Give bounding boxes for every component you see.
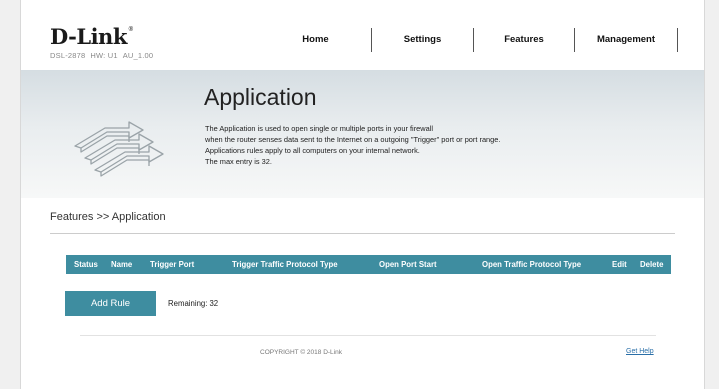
page-frame: D-Link ® DSL-2878 HW: U1 AU_1.00 Home Setti… — [20, 0, 705, 389]
column-open-traffic-protocol-type: Open Traffic Protocol Type — [482, 260, 582, 269]
copyright: COPYRIGHT © 2018 D-Link — [260, 349, 342, 356]
page-title: Application — [204, 84, 317, 110]
add-rule-button[interactable]: Add Rule — [65, 291, 156, 316]
model-info: DSL-2878 HW: U1 AU_1.00 — [50, 51, 158, 60]
column-name: Name — [111, 260, 133, 269]
brand-name: D-Link — [50, 24, 127, 49]
nav-management[interactable]: Management — [575, 28, 678, 52]
nav-home[interactable]: Home — [260, 28, 372, 52]
brand: D-Link ® DSL-2878 HW: U1 AU_1.00 — [50, 24, 158, 60]
nav-settings[interactable]: Settings — [372, 28, 474, 52]
get-help-link[interactable]: Get Help — [626, 348, 654, 355]
page-banner: Application The Application is used to o… — [21, 70, 704, 198]
main-nav: Home Settings Features Management — [260, 28, 678, 52]
footer-divider — [80, 335, 656, 336]
column-status: Status — [74, 260, 98, 269]
column-trigger-port: Trigger Port — [150, 260, 195, 269]
breadcrumb: Features >> Application — [50, 211, 166, 223]
section-divider — [50, 233, 675, 234]
remaining-count: 32 — [209, 299, 219, 308]
description-line: when the router senses data sent to the … — [205, 135, 501, 144]
hardware-version: HW: U1 — [90, 51, 118, 60]
description-line: The max entry is 32. — [205, 157, 272, 166]
column-trigger-traffic-protocol-type: Trigger Traffic Protocol Type — [232, 260, 338, 269]
remaining-entries: Remaining: 32 — [168, 299, 218, 308]
description-line: The Application is used to open single o… — [205, 124, 433, 133]
registered-mark: ® — [127, 26, 134, 33]
description-line: Applications rules apply to all computer… — [205, 146, 420, 155]
application-arrows-icon — [74, 121, 164, 177]
dlink-logo: D-Link ® — [50, 24, 158, 49]
application-rules-table-header: Status Name Trigger Port Trigger Traffic… — [66, 255, 671, 274]
column-edit: Edit — [612, 260, 627, 269]
firmware-version: AU_1.00 — [122, 51, 154, 60]
nav-features[interactable]: Features — [474, 28, 575, 52]
column-delete: Delete — [640, 260, 664, 269]
page-description: The Application is used to open single o… — [205, 123, 625, 167]
column-open-port-start: Open Port Start — [379, 260, 437, 269]
remaining-label: Remaining: — [168, 299, 208, 308]
model-name: DSL-2878 — [50, 51, 86, 60]
